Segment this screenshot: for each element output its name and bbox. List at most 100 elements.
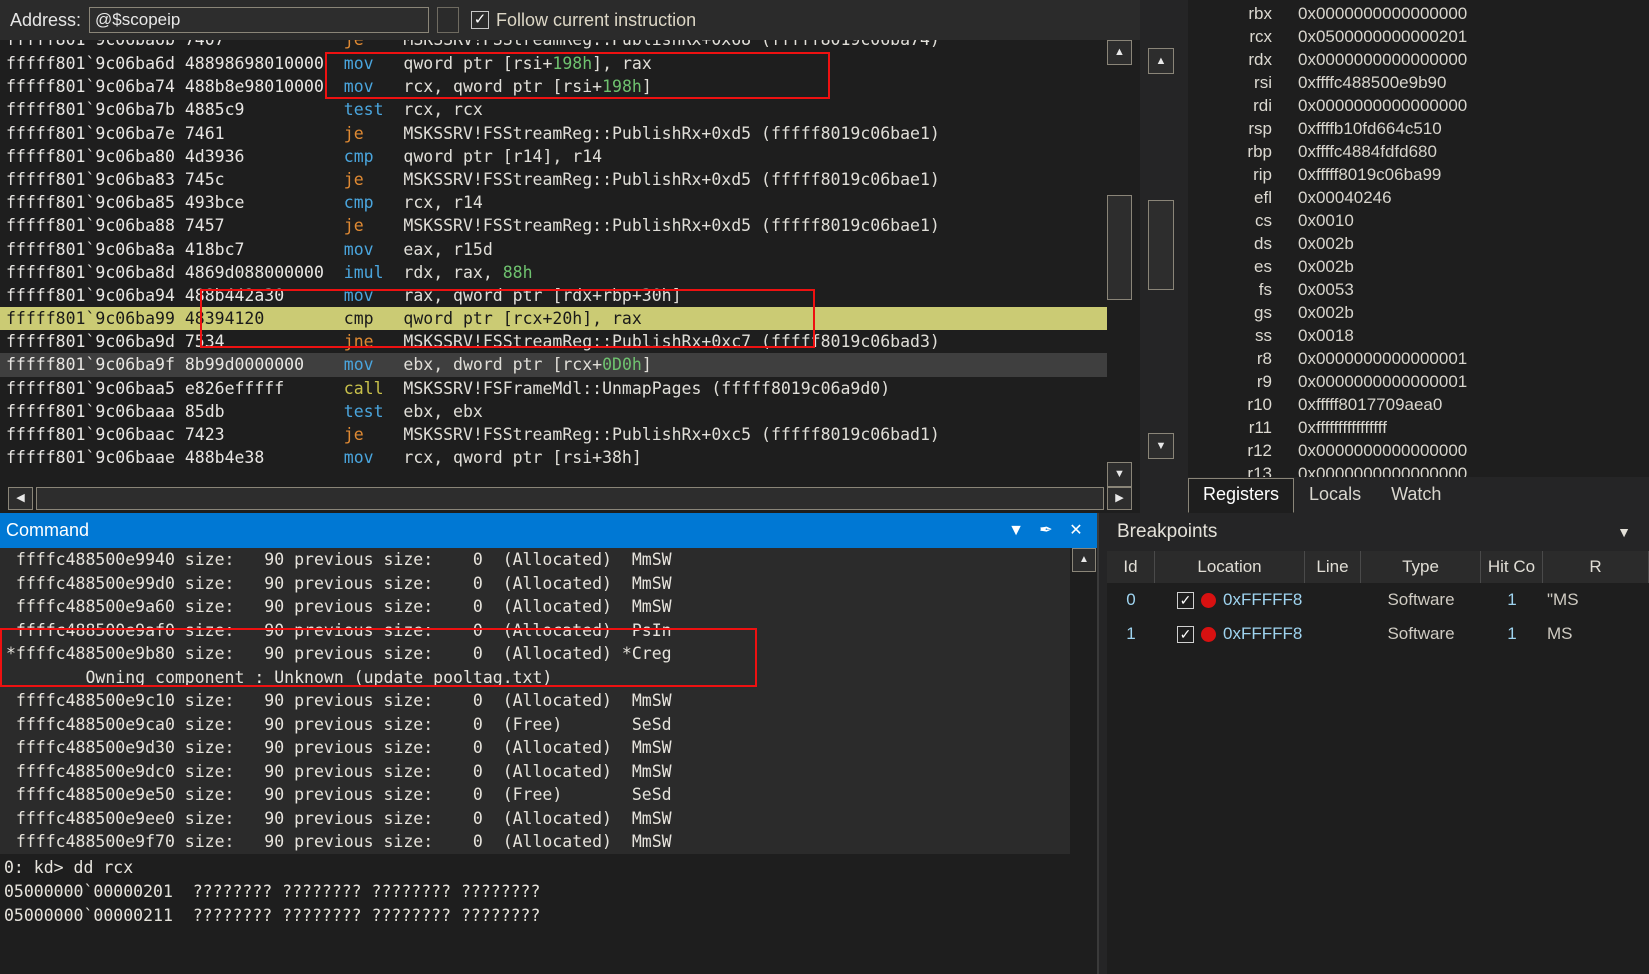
register-value[interactable]: 0x0053 [1298, 278, 1354, 301]
registers-scroll-up-button[interactable]: ▲ [1148, 48, 1174, 74]
register-row[interactable]: ds 0x002b [1188, 232, 1649, 255]
scroll-right-button[interactable]: ▶ [1107, 487, 1132, 510]
register-row[interactable]: rsp 0xffffb10fd664c510 [1188, 117, 1649, 140]
command-prompt-line[interactable]: 05000000`00000201 ???????? ???????? ????… [0, 880, 1097, 904]
register-row[interactable]: rdx 0x0000000000000000 [1188, 48, 1649, 71]
register-row[interactable]: rbx 0x0000000000000000 [1188, 2, 1649, 25]
register-value[interactable]: 0xffffffffffffffff [1298, 416, 1387, 439]
breakpoints-column-header[interactable]: Id [1107, 551, 1155, 583]
register-row[interactable]: r12 0x0000000000000000 [1188, 439, 1649, 462]
tab-watch[interactable]: Watch [1376, 478, 1457, 513]
tab-registers[interactable]: Registers [1188, 478, 1295, 513]
register-value[interactable]: 0x0000000000000000 [1298, 462, 1467, 477]
register-value[interactable]: 0x0000000000000000 [1298, 439, 1467, 462]
close-icon[interactable]: ✕ [1061, 513, 1091, 548]
breakpoints-column-header[interactable]: Location [1155, 551, 1305, 583]
registers-list[interactable]: rbx 0x0000000000000000 rcx 0x05000000000002… [1188, 0, 1649, 477]
tab-locals[interactable]: Locals [1294, 478, 1377, 513]
scroll-up-button[interactable]: ▲ [1107, 40, 1132, 65]
register-row[interactable]: r13 0x0000000000000000 [1188, 462, 1649, 477]
register-row[interactable]: gs 0x002b [1188, 301, 1649, 324]
register-row[interactable]: fs 0x0053 [1188, 278, 1649, 301]
chevron-down-icon[interactable]: ▼ [1617, 524, 1639, 540]
register-value[interactable]: 0x002b [1298, 301, 1354, 324]
disassembly-line[interactable]: fffff801`9c06ba80 4d3936 cmp qword ptr [… [0, 145, 1107, 168]
register-value[interactable]: 0x0000000000000001 [1298, 370, 1467, 393]
register-row[interactable]: r8 0x0000000000000001 [1188, 347, 1649, 370]
follow-checkbox-icon[interactable]: ✓ [471, 11, 490, 29]
register-value[interactable]: 0xffffc4884fdfd680 [1298, 140, 1437, 163]
horizontal-scroll-track[interactable] [36, 487, 1104, 510]
disassembly-line[interactable]: fffff801`9c06ba6b 7407 je MSKSSRV!FSStre… [0, 40, 1107, 52]
command-output[interactable]: ffffc488500e9940 size: 90 previous size:… [0, 548, 1070, 854]
register-value[interactable]: 0x0000000000000000 [1298, 48, 1467, 71]
breakpoints-table-body[interactable]: 0 ✓ 0xFFFFF8 Software 1 "MS 1 ✓ 0xFFFFF8 Software… [1107, 583, 1649, 651]
disassembly-line[interactable]: fffff801`9c06ba83 745c je MSKSSRV!FSStre… [0, 168, 1107, 191]
register-row[interactable]: rbp 0xffffc4884fdfd680 [1188, 140, 1649, 163]
register-row[interactable]: r9 0x0000000000000001 [1188, 370, 1649, 393]
breakpoints-column-header[interactable]: R [1543, 551, 1649, 583]
disassembly-line[interactable]: fffff801`9c06ba99 48394120 cmp qword ptr… [0, 307, 1107, 331]
disassembly-line[interactable]: fffff801`9c06ba74 488b8e98010000 mov rcx… [0, 75, 1107, 98]
register-value[interactable]: 0x0500000000000201 [1298, 25, 1467, 48]
register-row[interactable]: rcx 0x0500000000000201 [1188, 25, 1649, 48]
register-row[interactable]: r10 0xfffff8017709aea0 [1188, 393, 1649, 416]
register-row[interactable]: rip 0xfffff8019c06ba99 [1188, 163, 1649, 186]
breakpoint-location-cell[interactable]: ✓ 0xFFFFF8 [1155, 617, 1305, 651]
register-row[interactable]: rsi 0xffffc488500e9b90 [1188, 71, 1649, 94]
breakpoints-column-header[interactable]: Hit Co [1481, 551, 1543, 583]
register-value[interactable]: 0x0000000000000000 [1298, 94, 1467, 117]
register-value[interactable]: 0xfffff8017709aea0 [1298, 393, 1442, 416]
register-value[interactable]: 0x0000000000000000 [1298, 2, 1467, 25]
command-prompt-line[interactable]: 0: kd> dd rcx [0, 856, 1097, 880]
register-row[interactable]: cs 0x0010 [1188, 209, 1649, 232]
pin-icon[interactable]: ✒ [1031, 513, 1061, 548]
disassembly-line[interactable]: fffff801`9c06baac 7423 je MSKSSRV!FSStre… [0, 423, 1107, 446]
disassembly-code-list[interactable]: fffff801`9c06ba6b 7407 je MSKSSRV!FSStre… [0, 40, 1107, 487]
register-row[interactable]: efl 0x00040246 [1188, 186, 1649, 209]
disassembly-line[interactable]: fffff801`9c06ba85 493bce cmp rcx, r14 [0, 191, 1107, 214]
breakpoint-enabled-checkbox[interactable]: ✓ [1177, 591, 1194, 609]
disassembly-line[interactable]: fffff801`9c06ba9d 7534 jne MSKSSRV!FSStr… [0, 330, 1107, 353]
disassembly-line[interactable]: fffff801`9c06ba7b 4885c9 test rcx, rcx [0, 98, 1107, 121]
disassembly-line[interactable]: fffff801`9c06baaa 85db test ebx, ebx [0, 400, 1107, 423]
registers-tab-bar[interactable]: Registers Locals Watch [1188, 477, 1649, 513]
breakpoints-column-header[interactable]: Line [1305, 551, 1361, 583]
command-vertical-scrollbar[interactable]: ▲ [1071, 548, 1097, 854]
register-row[interactable]: ss 0x0018 [1188, 324, 1649, 347]
disassembly-line[interactable]: fffff801`9c06ba8d 4869d088000000 imul rd… [0, 261, 1107, 284]
disassembly-line[interactable]: fffff801`9c06baae 488b4e38 mov rcx, qwor… [0, 446, 1107, 469]
table-row[interactable]: 1 ✓ 0xFFFFF8 Software 1 MS [1107, 617, 1649, 651]
breakpoints-column-header[interactable]: Type [1361, 551, 1481, 583]
disassembly-line[interactable]: fffff801`9c06ba9f 8b99d0000000 mov ebx, … [0, 353, 1107, 377]
register-value[interactable]: 0xfffff8019c06ba99 [1298, 163, 1441, 186]
command-scroll-up-button[interactable]: ▲ [1072, 548, 1096, 572]
scroll-down-button[interactable]: ▼ [1107, 462, 1132, 487]
register-value[interactable]: 0x0010 [1298, 209, 1354, 232]
register-value[interactable]: 0x0000000000000001 [1298, 347, 1467, 370]
register-value[interactable]: 0xffffb10fd664c510 [1298, 117, 1442, 140]
register-value[interactable]: 0x002b [1298, 232, 1354, 255]
register-row[interactable]: rdi 0x0000000000000000 [1188, 94, 1649, 117]
command-prompt-area[interactable]: 0: kd> dd rcx 05000000`00000201 ???????? … [0, 854, 1097, 974]
scroll-thumb[interactable] [1107, 195, 1132, 300]
scroll-left-button[interactable]: ◀ [8, 487, 33, 510]
registers-scroll-thumb[interactable] [1148, 200, 1174, 290]
register-value[interactable]: 0x002b [1298, 255, 1354, 278]
address-input[interactable] [89, 7, 430, 33]
chevron-down-icon[interactable]: ▼ [1001, 513, 1031, 548]
disassembly-line[interactable]: fffff801`9c06baa5 e826efffff call MSKSSR… [0, 377, 1107, 400]
registers-scroll-down-button[interactable]: ▼ [1148, 433, 1174, 459]
breakpoint-enabled-checkbox[interactable]: ✓ [1177, 625, 1194, 643]
register-value[interactable]: 0x0018 [1298, 324, 1354, 347]
disassembly-horizontal-scrollbar[interactable]: ◀ ▶ [8, 487, 1132, 510]
register-value[interactable]: 0xffffc488500e9b90 [1298, 71, 1446, 94]
disassembly-line[interactable]: fffff801`9c06ba88 7457 je MSKSSRV!FSStre… [0, 214, 1107, 237]
register-value[interactable]: 0x00040246 [1298, 186, 1392, 209]
breakpoint-location-cell[interactable]: ✓ 0xFFFFF8 [1155, 583, 1305, 617]
table-row[interactable]: 0 ✓ 0xFFFFF8 Software 1 "MS [1107, 583, 1649, 617]
disassembly-line[interactable]: fffff801`9c06ba8a 418bc7 mov eax, r15d [0, 238, 1107, 261]
disassembly-line[interactable]: fffff801`9c06ba94 488b442a30 mov rax, qw… [0, 284, 1107, 307]
register-row[interactable]: r11 0xffffffffffffffff [1188, 416, 1649, 439]
disassembly-line[interactable]: fffff801`9c06ba6d 48898698010000 mov qwo… [0, 52, 1107, 75]
